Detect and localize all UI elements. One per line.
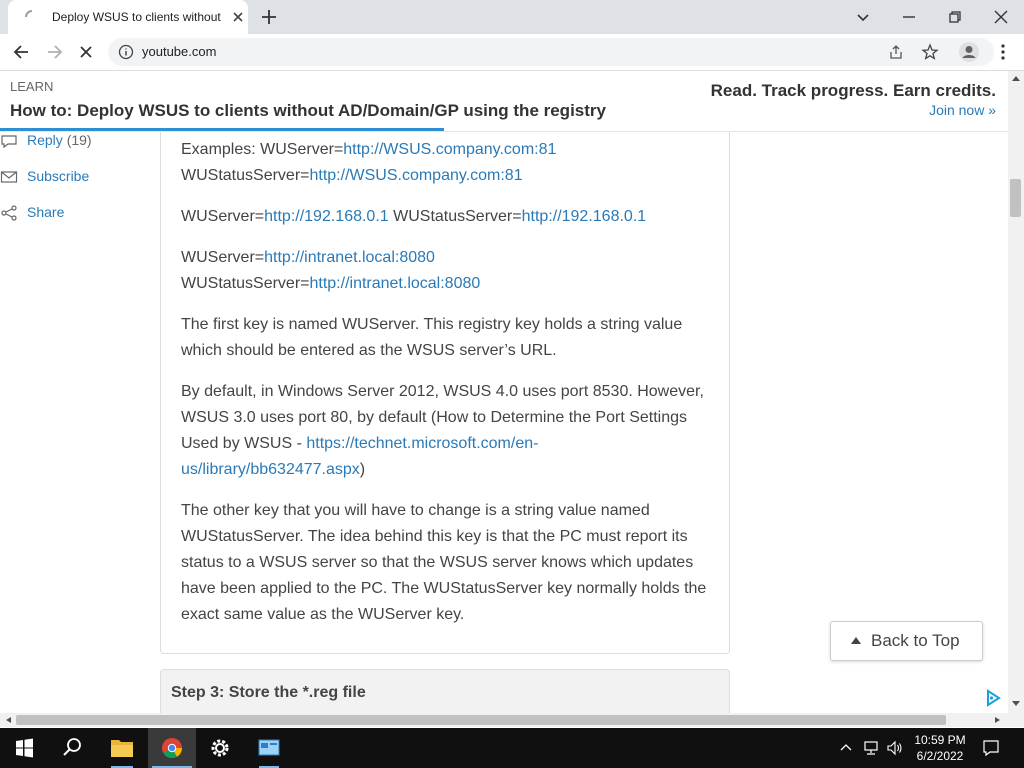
example-paragraph-2: WUServer=http://192.168.0.1 WUStatusServ… bbox=[181, 204, 716, 230]
close-tab-icon[interactable] bbox=[230, 9, 246, 25]
bookmark-star-icon[interactable] bbox=[921, 43, 939, 61]
browser-toolbar: youtube.com bbox=[0, 34, 1024, 71]
network-icon[interactable] bbox=[862, 740, 880, 756]
caret-up-icon bbox=[851, 637, 861, 644]
wsus-url-link[interactable]: http://WSUS.company.com:81 bbox=[343, 141, 556, 158]
vertical-scrollbar[interactable] bbox=[1008, 71, 1024, 713]
system-clock[interactable]: 10:59 PM 6/2/2022 bbox=[912, 732, 968, 764]
back-to-top-button[interactable]: Back to Top bbox=[830, 621, 983, 661]
step-3-title: Step 3: Store the *.reg file bbox=[171, 684, 366, 701]
browser-menu-icon[interactable] bbox=[993, 42, 1013, 62]
text-span: WUServer= bbox=[181, 249, 265, 266]
restore-icon[interactable] bbox=[943, 5, 967, 29]
article-title: How to: Deploy WSUS to clients without A… bbox=[10, 101, 606, 120]
windows-taskbar: 10:59 PM 6/2/2022 bbox=[0, 728, 1024, 768]
site-info-icon[interactable] bbox=[118, 44, 134, 60]
chrome-icon[interactable] bbox=[148, 728, 196, 768]
tray-chevron-up-icon[interactable] bbox=[839, 741, 853, 755]
tab-title: Deploy WSUS to clients without AD/Domain… bbox=[52, 10, 222, 24]
server-manager-icon[interactable] bbox=[245, 728, 293, 768]
windows-start-icon[interactable] bbox=[0, 728, 48, 768]
text-span: WUStatusServer= bbox=[181, 167, 310, 184]
envelope-icon bbox=[0, 171, 18, 183]
address-bar[interactable]: youtube.com bbox=[108, 38, 994, 66]
url-text: youtube.com bbox=[142, 44, 217, 59]
intranet-url-link[interactable]: http://intranet.local:8080 bbox=[264, 249, 435, 266]
port-paragraph: By default, in Windows Server 2012, WSUS… bbox=[181, 379, 716, 483]
join-now-link[interactable]: Join now » bbox=[929, 102, 996, 118]
share-page-icon[interactable] bbox=[888, 44, 904, 60]
example-paragraph-1: Examples: WUServer=http://WSUS.company.c… bbox=[181, 137, 716, 189]
step-3-header: Step 3: Store the *.reg file bbox=[160, 669, 730, 713]
text-span: WUStatusServer= bbox=[181, 275, 310, 292]
clock-time: 10:59 PM bbox=[914, 733, 966, 747]
scroll-down-arrow-icon[interactable] bbox=[1011, 700, 1021, 708]
intranet-status-url-link[interactable]: http://intranet.local:8080 bbox=[309, 275, 480, 292]
tab-search-icon[interactable] bbox=[851, 5, 875, 29]
vertical-scroll-thumb[interactable] bbox=[1010, 179, 1021, 217]
horizontal-scroll-thumb[interactable] bbox=[16, 715, 946, 725]
ip-url-link[interactable]: http://192.168.0.1 bbox=[264, 208, 389, 225]
settings-gear-icon[interactable] bbox=[196, 728, 244, 768]
section-label: LEARN bbox=[10, 79, 54, 94]
file-explorer-icon[interactable] bbox=[98, 728, 146, 768]
scroll-right-arrow-icon[interactable] bbox=[994, 716, 1002, 724]
profile-avatar-icon[interactable] bbox=[958, 41, 980, 63]
example-paragraph-3: WUServer=http://intranet.local:8080 WUSt… bbox=[181, 245, 716, 297]
horizontal-scrollbar[interactable] bbox=[0, 713, 1024, 727]
action-center-icon[interactable] bbox=[982, 739, 1000, 757]
volume-icon[interactable] bbox=[886, 740, 904, 756]
browser-tab[interactable]: Deploy WSUS to clients without AD/Domain… bbox=[8, 0, 248, 34]
reading-progress-bar bbox=[0, 128, 444, 131]
text-span: Examples: WUServer= bbox=[181, 141, 344, 158]
reply-label: Reply bbox=[27, 132, 63, 148]
minimize-icon[interactable] bbox=[897, 5, 921, 29]
wsus-status-url-link[interactable]: http://WSUS.company.com:81 bbox=[309, 167, 522, 184]
scroll-up-arrow-icon[interactable] bbox=[1011, 74, 1021, 82]
subscribe-label: Subscribe bbox=[27, 168, 90, 184]
forward-arrow-icon[interactable] bbox=[44, 42, 64, 62]
loading-spinner-icon bbox=[25, 10, 33, 18]
share-label: Share bbox=[27, 204, 65, 220]
text-span: ) bbox=[359, 461, 366, 478]
clock-date: 6/2/2022 bbox=[916, 749, 964, 763]
text-span: WUStatusServer= bbox=[388, 208, 522, 225]
back-arrow-icon[interactable] bbox=[12, 42, 32, 62]
close-window-icon[interactable] bbox=[989, 5, 1013, 29]
search-icon[interactable] bbox=[48, 728, 96, 768]
scroll-left-arrow-icon[interactable] bbox=[4, 716, 12, 724]
ip-status-url-link[interactable]: http://192.168.0.1 bbox=[522, 208, 647, 225]
promo-text: Read. Track progress. Earn credits. bbox=[710, 81, 996, 100]
speech-bubble-icon bbox=[1, 135, 17, 149]
new-tab-icon[interactable] bbox=[259, 7, 279, 27]
adchoices-icon[interactable] bbox=[982, 687, 1004, 709]
stop-loading-icon[interactable] bbox=[76, 42, 96, 62]
reply-count: (19) bbox=[66, 132, 92, 148]
web-page: LEARN How to: Deploy WSUS to clients wit… bbox=[0, 71, 1008, 713]
wuserver-paragraph: The first key is named WUServer. This re… bbox=[181, 316, 683, 359]
learn-header: LEARN How to: Deploy WSUS to clients wit… bbox=[0, 71, 1008, 132]
back-to-top-label: Back to Top bbox=[871, 631, 960, 650]
wustatusserver-paragraph: The other key that you will have to chan… bbox=[181, 502, 707, 623]
share-icon bbox=[1, 205, 17, 221]
text-span: WUServer= bbox=[181, 208, 265, 225]
tab-strip: Deploy WSUS to clients without AD/Domain… bbox=[0, 0, 1024, 34]
